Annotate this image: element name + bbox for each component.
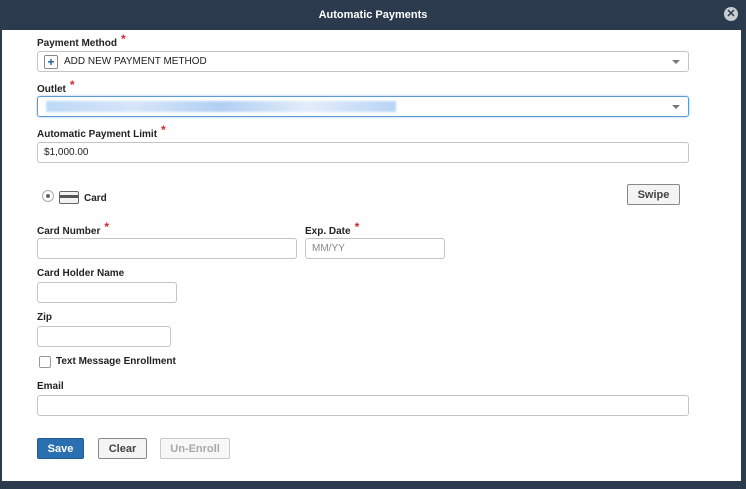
card-number-input[interactable] xyxy=(37,238,297,259)
email-input[interactable] xyxy=(37,395,689,416)
required-marker: * xyxy=(69,78,75,92)
payment-method-value: ADD NEW PAYMENT METHOD xyxy=(64,56,207,67)
required-marker: * xyxy=(354,220,360,234)
payment-limit-value: $1,000.00 xyxy=(44,147,89,158)
dialog-footer-strip xyxy=(0,481,746,489)
card-radio[interactable] xyxy=(42,190,54,202)
plus-icon: + xyxy=(44,54,58,69)
zip-input[interactable] xyxy=(37,326,171,347)
email-label: Email xyxy=(37,381,64,392)
credit-card-icon xyxy=(59,191,79,204)
card-option-label: Card xyxy=(84,193,107,204)
swipe-button[interactable]: Swipe xyxy=(627,184,680,205)
card-holder-label: Card Holder Name xyxy=(37,268,125,279)
required-marker: * xyxy=(104,220,110,234)
outlet-label: Outlet * xyxy=(37,78,75,95)
text-enrollment-label: Text Message Enrollment xyxy=(56,356,176,367)
payment-method-select[interactable]: + ADD NEW PAYMENT METHOD xyxy=(37,51,689,72)
exp-date-placeholder: MM/YY xyxy=(312,243,345,254)
chevron-down-icon xyxy=(672,105,680,109)
card-number-label: Card Number * xyxy=(37,220,110,237)
dialog-header: Automatic Payments ✕ xyxy=(0,0,746,30)
outlet-select[interactable] xyxy=(37,96,689,117)
dialog-title: Automatic Payments xyxy=(318,9,428,21)
redacted-value xyxy=(46,101,396,112)
required-marker: * xyxy=(161,123,166,137)
unenroll-button[interactable]: Un-Enroll xyxy=(160,438,230,459)
clear-button[interactable]: Clear xyxy=(98,438,147,459)
exp-date-label: Exp. Date * xyxy=(305,220,360,237)
text-enrollment-checkbox[interactable] xyxy=(39,356,51,368)
payment-limit-label: Automatic Payment Limit * xyxy=(37,123,166,140)
close-icon[interactable]: ✕ xyxy=(724,7,738,21)
payment-limit-input[interactable]: $1,000.00 xyxy=(37,142,689,163)
chevron-down-icon xyxy=(672,60,680,64)
dialog-body: Payment Method * + ADD NEW PAYMENT METHOD… xyxy=(2,30,741,481)
exp-date-input[interactable]: MM/YY xyxy=(305,238,445,259)
card-holder-input[interactable] xyxy=(37,282,177,303)
save-button[interactable]: Save xyxy=(37,438,84,459)
zip-label: Zip xyxy=(37,312,52,323)
required-marker: * xyxy=(121,32,126,46)
payment-method-label: Payment Method * xyxy=(37,32,126,49)
